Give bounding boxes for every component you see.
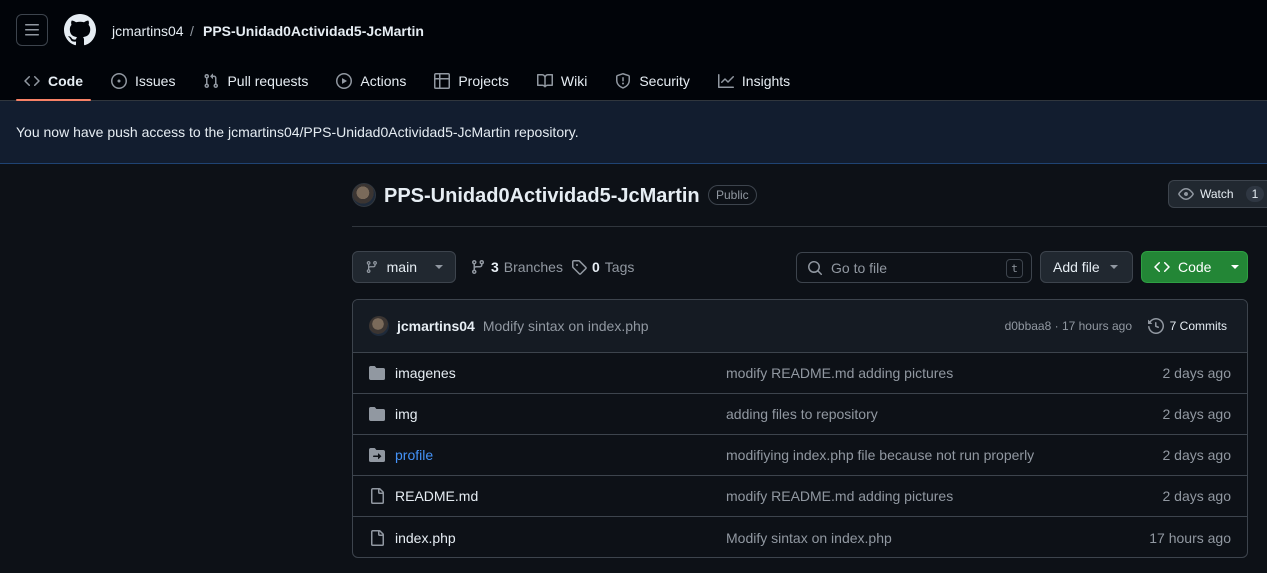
- tab-code[interactable]: Code: [16, 60, 91, 101]
- file-name[interactable]: README.md: [395, 488, 478, 504]
- repo-title[interactable]: PPS-Unidad0Actividad5-JcMartin: [384, 183, 700, 209]
- tab-security[interactable]: Security: [607, 60, 698, 101]
- tab-projects[interactable]: Projects: [426, 60, 517, 101]
- tab-label: Actions: [360, 72, 407, 89]
- folder-icon: [369, 407, 385, 421]
- repo-tabs: Code Issues Pull requests Actions Projec…: [16, 60, 810, 101]
- tab-label: Issues: [135, 72, 176, 89]
- commits-label: 7 Commits: [1169, 319, 1227, 333]
- tab-pull-requests[interactable]: Pull requests: [195, 60, 316, 101]
- go-to-file-input[interactable]: Go to file t: [796, 252, 1032, 283]
- file-age: 2 days ago: [1162, 488, 1232, 504]
- latest-commit-row: jcmartins04 Modify sintax on index.php d…: [353, 300, 1247, 353]
- divider: [352, 226, 1267, 227]
- file-icon: [371, 529, 384, 546]
- avatar[interactable]: [369, 316, 389, 336]
- breadcrumb-separator: /: [190, 23, 194, 39]
- code-label: Code: [1178, 259, 1212, 275]
- table-row[interactable]: imagenes modify README.md adding picture…: [353, 353, 1247, 394]
- tags-count: 0: [592, 259, 600, 275]
- file-icon: [371, 488, 384, 504]
- tab-label: Pull requests: [227, 72, 309, 89]
- commit-sha-time[interactable]: d0bbaa8 · 17 hours ago: [1005, 319, 1132, 333]
- watch-count: 1: [1245, 186, 1265, 202]
- shield-icon: [616, 72, 631, 89]
- file-commit-message[interactable]: modifiying index.php file because not ru…: [726, 447, 1034, 463]
- file-commit-message[interactable]: modify README.md adding pictures: [726, 488, 953, 504]
- hamburger-icon: [25, 24, 39, 36]
- search-icon: [808, 260, 823, 275]
- branches-label: Branches: [503, 259, 563, 275]
- pull-request-icon: [204, 73, 219, 88]
- history-icon: [1147, 318, 1164, 334]
- tab-issues[interactable]: Issues: [103, 60, 183, 101]
- visibility-badge: Public: [708, 185, 757, 205]
- branch-icon: [471, 260, 484, 275]
- tags-link[interactable]: 0 Tags: [571, 259, 634, 275]
- watch-label: Watch: [1200, 187, 1234, 201]
- file-name[interactable]: img: [395, 406, 418, 422]
- code-icon: [24, 75, 40, 86]
- chevron-down-icon: [1109, 265, 1118, 269]
- tab-wiki[interactable]: Wiki: [529, 60, 595, 101]
- file-name[interactable]: imagenes: [395, 365, 456, 381]
- tag-icon: [572, 260, 587, 275]
- play-icon: [336, 72, 353, 89]
- file-age: 17 hours ago: [1149, 529, 1231, 546]
- file-commit-message[interactable]: modify README.md adding pictures: [726, 365, 953, 381]
- owner-avatar[interactable]: [352, 183, 376, 207]
- search-placeholder: Go to file: [831, 259, 888, 276]
- tab-label: Code: [48, 72, 83, 89]
- branches-link[interactable]: 3 Branches: [470, 259, 563, 275]
- keyboard-shortcut-hint: t: [1006, 259, 1023, 278]
- graph-icon: [717, 73, 734, 88]
- flash-message: You now have push access to the jcmartin…: [16, 124, 579, 140]
- submodule-folder-icon: [369, 448, 385, 462]
- file-age: 2 days ago: [1162, 365, 1232, 381]
- folder-icon: [369, 366, 385, 380]
- table-row[interactable]: img adding files to repository 2 days ag…: [353, 394, 1247, 435]
- add-file-label: Add file: [1053, 259, 1100, 275]
- code-icon: [1154, 261, 1170, 273]
- file-age: 2 days ago: [1162, 406, 1232, 422]
- eye-icon: [1178, 188, 1194, 200]
- branch-selector[interactable]: main: [352, 251, 456, 283]
- file-browser: jcmartins04 Modify sintax on index.php d…: [352, 299, 1248, 558]
- chevron-down-icon: [435, 265, 443, 269]
- file-age: 2 days ago: [1162, 447, 1232, 463]
- file-commit-message[interactable]: adding files to repository: [726, 406, 878, 422]
- file-name[interactable]: index.php: [395, 530, 456, 546]
- branch-name: main: [386, 259, 417, 275]
- table-row[interactable]: README.md modify README.md adding pictur…: [353, 476, 1247, 517]
- file-name[interactable]: profile: [395, 447, 433, 463]
- commits-history-link[interactable]: 7 Commits: [1147, 318, 1227, 334]
- tab-actions[interactable]: Actions: [328, 60, 414, 101]
- tab-label: Security: [639, 72, 690, 89]
- issue-icon: [111, 72, 127, 89]
- branches-count: 3: [491, 259, 499, 275]
- breadcrumb-repo[interactable]: PPS-Unidad0Actividad5-JcMartin: [203, 22, 424, 40]
- branch-icon: [366, 261, 377, 273]
- book-icon: [536, 73, 553, 87]
- code-button[interactable]: Code: [1141, 251, 1248, 283]
- tab-insights[interactable]: Insights: [710, 60, 798, 101]
- table-icon: [434, 72, 451, 89]
- commit-author[interactable]: jcmartins04: [397, 318, 475, 334]
- file-commit-message[interactable]: Modify sintax on index.php: [726, 530, 892, 546]
- tab-label: Insights: [741, 72, 791, 89]
- tags-label: Tags: [604, 259, 635, 275]
- commit-message[interactable]: Modify sintax on index.php: [483, 318, 649, 334]
- table-row[interactable]: index.php Modify sintax on index.php 17 …: [353, 517, 1247, 557]
- github-logo-icon[interactable]: [64, 14, 96, 46]
- global-header: jcmartins04 / PPS-Unidad0Actividad5-JcMa…: [0, 0, 1267, 101]
- tab-label: Projects: [458, 72, 509, 89]
- watch-button[interactable]: Watch 1: [1168, 180, 1267, 208]
- menu-button[interactable]: [16, 14, 48, 46]
- chevron-down-icon: [1231, 265, 1240, 269]
- flash-banner: You now have push access to the jcmartin…: [0, 101, 1267, 164]
- add-file-button[interactable]: Add file: [1040, 251, 1133, 283]
- breadcrumb-owner[interactable]: jcmartins04: [112, 22, 184, 40]
- tab-label: Wiki: [560, 72, 588, 89]
- table-row[interactable]: profile modifiying index.php file becaus…: [353, 435, 1247, 476]
